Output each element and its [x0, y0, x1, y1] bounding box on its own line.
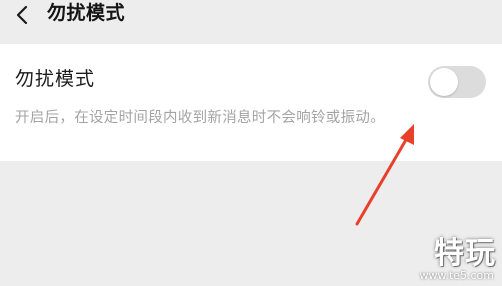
watermark: 特玩 www.te5.com [419, 238, 496, 282]
setting-label: 勿扰模式 [15, 68, 96, 90]
setting-description: 开启后，在设定时间段内收到新消息时不会响铃或振动。 [15, 110, 385, 126]
do-not-disturb-toggle[interactable] [428, 66, 486, 98]
navigation-bar: 勿扰模式 [0, 0, 502, 44]
watermark-url: www.te5.com [419, 269, 494, 282]
watermark-brand: 特玩 [434, 236, 496, 271]
chevron-left-icon [16, 5, 28, 25]
toggle-knob [430, 68, 458, 96]
page-title: 勿扰模式 [47, 2, 126, 24]
back-button[interactable] [0, 0, 44, 30]
do-not-disturb-setting: 勿扰模式 开启后，在设定时间段内收到新消息时不会响铃或振动。 [0, 44, 502, 161]
